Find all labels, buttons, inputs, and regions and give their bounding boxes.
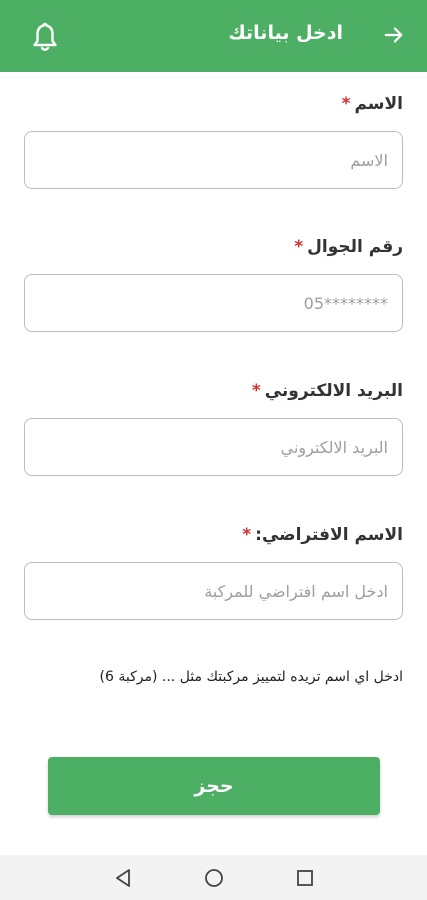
square-recents-icon[interactable]: [294, 867, 316, 889]
nickname-input[interactable]: [25, 563, 402, 619]
email-field[interactable]: [24, 418, 403, 476]
circle-home-icon[interactable]: [203, 867, 225, 889]
email-label-text: البريد الالكتروني: [264, 381, 403, 401]
book-button[interactable]: حجز: [48, 757, 380, 815]
triangle-back-icon[interactable]: [112, 867, 134, 889]
name-label: الاسم*: [342, 94, 403, 114]
email-input[interactable]: [25, 419, 402, 475]
arrow-right-icon[interactable]: [383, 24, 405, 46]
phone-label: رقم الجوال*: [294, 237, 403, 257]
phone-label-text: رقم الجوال: [307, 237, 403, 257]
page-title: ادخل بياناتك: [228, 22, 343, 44]
required-mark: *: [251, 381, 261, 401]
phone-input[interactable]: [25, 275, 402, 331]
nickname-label: الاسم الافتراضي:*: [242, 525, 403, 545]
bell-icon[interactable]: [30, 21, 60, 53]
nickname-field[interactable]: [24, 562, 403, 620]
nickname-hint: ادخل اي اسم تريده لتمييز مركبتك مثل ... …: [99, 669, 403, 685]
system-nav-bar: [0, 855, 427, 900]
name-field[interactable]: [24, 131, 403, 189]
required-mark: *: [294, 237, 304, 257]
name-label-text: الاسم: [354, 94, 403, 114]
name-input[interactable]: [25, 132, 402, 188]
phone-field[interactable]: [24, 274, 403, 332]
nickname-label-text: الاسم الافتراضي:: [255, 525, 403, 545]
required-mark: *: [242, 525, 252, 545]
app-bar: ادخل بياناتك: [0, 0, 427, 72]
email-label: البريد الالكتروني*: [252, 381, 403, 401]
required-mark: *: [341, 94, 351, 114]
